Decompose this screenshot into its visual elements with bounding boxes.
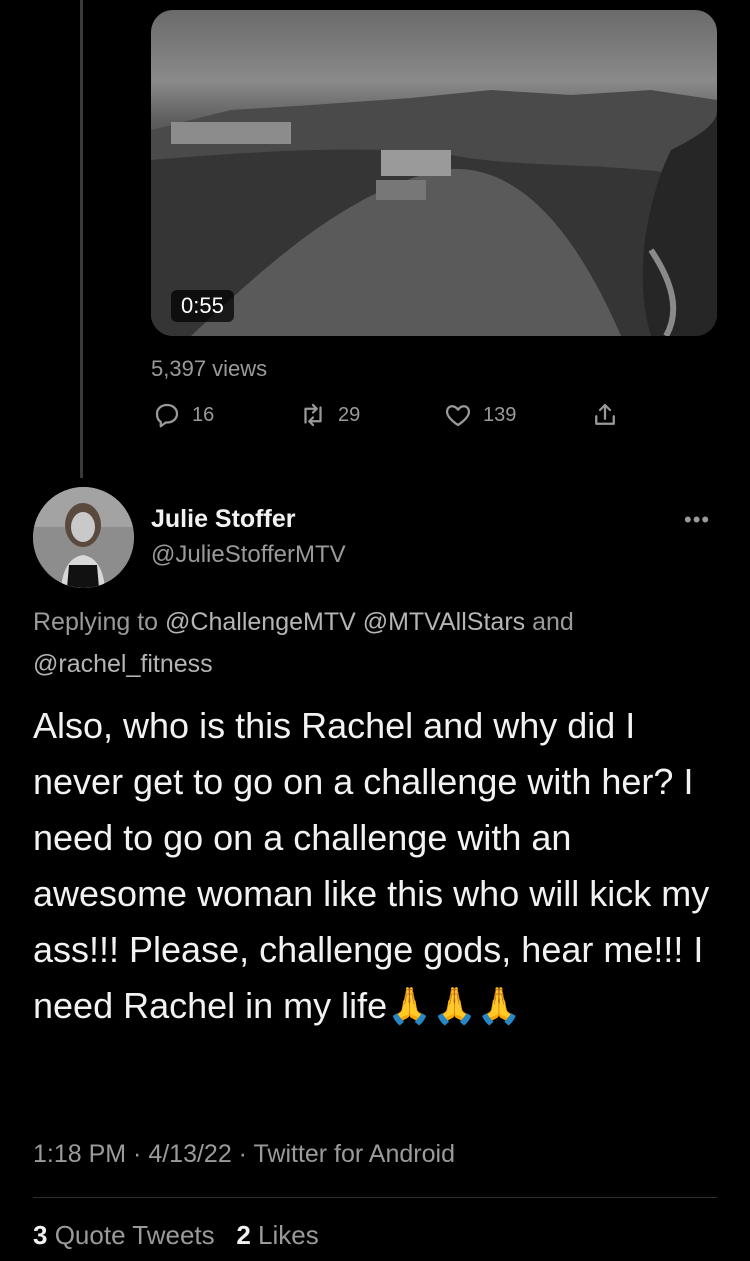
- retweet-icon: [304, 403, 322, 427]
- divider: [33, 1197, 717, 1198]
- replying-prefix: Replying to: [33, 608, 159, 636]
- quote-tweets-link[interactable]: 3 Quote Tweets: [33, 1220, 215, 1250]
- video-duration: 0:55: [171, 290, 234, 322]
- user-handle[interactable]: @JulieStofferMTV: [151, 541, 346, 569]
- heart-icon: [445, 405, 471, 427]
- replying-to: Replying to @ChallengeMTV @MTVAllStars a…: [33, 601, 723, 685]
- share-icon: [595, 403, 615, 425]
- like-button[interactable]: 139: [443, 400, 516, 430]
- quote-count: 3: [33, 1220, 48, 1250]
- reply-count: 16: [192, 403, 215, 426]
- tweet-meta: 1:18 PM · 4/13/22 · Twitter for Android: [33, 1140, 455, 1168]
- more-options-icon[interactable]: •••: [684, 507, 710, 533]
- replying-mention-last[interactable]: @rachel_fitness: [33, 650, 213, 678]
- replying-and: and: [532, 608, 574, 636]
- retweet-count: 29: [338, 403, 361, 426]
- likes-link[interactable]: 2 Likes: [236, 1220, 318, 1250]
- engagement-stats: 3 Quote Tweets 2 Likes: [33, 1220, 319, 1251]
- replying-mentions[interactable]: @ChallengeMTV @MTVAllStars: [165, 608, 525, 636]
- reply-icon: [155, 403, 179, 428]
- tweet-text: Also, who is this Rachel and why did I n…: [33, 705, 710, 1026]
- likes-label: Likes: [258, 1220, 319, 1250]
- reply-button[interactable]: 16: [152, 400, 214, 430]
- like-count: 139: [483, 403, 517, 426]
- thread-line: [80, 0, 83, 478]
- retweet-button[interactable]: 29: [298, 400, 360, 430]
- likes-count: 2: [236, 1220, 251, 1250]
- video-thumbnail: [151, 90, 717, 336]
- avatar[interactable]: [33, 487, 134, 588]
- quote-label: Quote Tweets: [54, 1220, 215, 1250]
- avatar-image: [33, 487, 134, 588]
- display-name[interactable]: Julie Stoffer: [151, 505, 295, 534]
- view-count: 5,397 views: [151, 356, 268, 381]
- share-button[interactable]: [590, 400, 630, 430]
- video-player[interactable]: 0:55: [151, 10, 717, 336]
